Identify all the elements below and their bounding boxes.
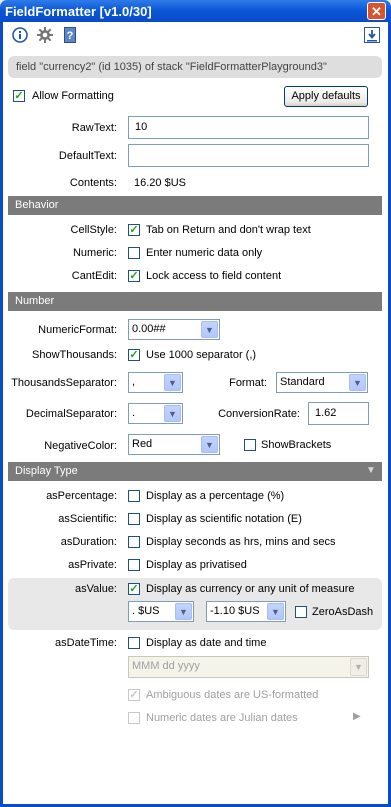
collapse-arrow-icon[interactable]: ▼	[366, 465, 376, 476]
as-duration-text: Display seconds as hrs, mins and secs	[146, 536, 336, 548]
julian-dates-checkbox[interactable]	[128, 712, 140, 724]
window-title: FieldFormatter [v1.0/30]	[5, 4, 152, 19]
show-brackets-checkbox[interactable]	[244, 439, 256, 451]
currency-unit-value: . $US	[132, 605, 160, 617]
as-value-label: asValue:	[75, 583, 117, 595]
chevron-down-icon[interactable]: ▼	[164, 405, 181, 422]
as-datetime-checkbox[interactable]	[128, 637, 140, 649]
as-percentage-text: Display as a percentage (%)	[146, 490, 285, 502]
close-button[interactable]: ✕	[367, 2, 386, 20]
raw-text-field[interactable]: 10	[128, 116, 369, 139]
cell-style-text: Tab on Return and don't wrap text	[146, 224, 311, 236]
show-thousands-checkbox[interactable]: ✓	[128, 349, 140, 361]
currency-sample-select[interactable]: -1.10 $US ▼	[206, 601, 286, 622]
gear-icon[interactable]	[37, 27, 53, 43]
default-text-field[interactable]	[128, 144, 369, 167]
date-format-select[interactable]: MMM dd yyyy ▼	[128, 656, 369, 678]
chevron-down-icon[interactable]: ▼	[175, 603, 192, 620]
currency-unit-select[interactable]: . $US ▼	[128, 601, 194, 622]
currency-sample-value: -1.10 $US	[210, 605, 260, 617]
negative-color-value: Red	[132, 438, 153, 450]
apply-defaults-button[interactable]: Apply defaults	[284, 86, 368, 107]
cell-style-checkbox[interactable]: ✓	[128, 224, 140, 236]
decimal-separator-select[interactable]: . ▼	[128, 403, 183, 424]
date-format-value: MMM dd yyyy	[132, 660, 200, 672]
thousands-separator-label: ThousandsSeparator:	[11, 377, 117, 389]
section-header-behavior[interactable]: Behavior	[8, 196, 382, 215]
negative-color-label: NegativeColor:	[44, 440, 117, 452]
show-thousands-label: ShowThousands:	[32, 349, 117, 361]
as-datetime-label: asDateTime:	[55, 637, 117, 649]
as-scientific-text: Display as scientific notation (E)	[146, 513, 302, 525]
contents-value: 16.20 $US	[134, 177, 186, 189]
as-duration-label: asDuration:	[60, 536, 117, 548]
decimal-separator-value: .	[132, 407, 136, 419]
as-private-text: Display as privatised	[146, 559, 247, 571]
numeric-format-select[interactable]: 0.00## ▼	[128, 319, 220, 340]
format-value: Standard	[280, 376, 325, 388]
info-icon[interactable]	[12, 27, 28, 43]
default-text-label: DefaultText:	[58, 150, 117, 162]
contents-label: Contents:	[69, 177, 117, 189]
help-icon[interactable]: ?	[63, 27, 79, 43]
zero-as-dash-text: ZeroAsDash	[312, 606, 374, 618]
conversion-rate-field[interactable]: 1.62	[308, 402, 369, 425]
as-private-checkbox[interactable]	[128, 559, 140, 571]
negative-color-select[interactable]: Red ▼	[128, 434, 220, 455]
chevron-down-icon[interactable]: ▼	[201, 321, 218, 338]
thousands-separator-select[interactable]: , ▼	[128, 372, 183, 393]
show-brackets-text: ShowBrackets	[261, 439, 332, 451]
as-percentage-checkbox[interactable]	[128, 490, 140, 502]
format-label: Format:	[229, 377, 267, 389]
allow-formatting-label: Allow Formatting	[32, 90, 114, 102]
object-path: field "currency2" (id 1035) of stack "Fi…	[8, 56, 382, 78]
cell-style-label: CellStyle:	[70, 224, 117, 236]
chevron-down-icon[interactable]: ▼	[164, 374, 181, 391]
as-private-label: asPrivate:	[68, 559, 117, 571]
cant-edit-label: CantEdit:	[71, 270, 117, 282]
show-thousands-text: Use 1000 separator (,)	[146, 349, 257, 361]
numeric-format-value: 0.00##	[132, 323, 166, 335]
numeric-checkbox[interactable]	[128, 247, 140, 259]
as-value-checkbox[interactable]: ✓	[128, 583, 140, 595]
chevron-down-icon[interactable]: ▼	[201, 436, 218, 453]
ambiguous-dates-checkbox[interactable]: ✓	[128, 689, 140, 701]
section-header-number[interactable]: Number	[8, 292, 382, 311]
as-datetime-text: Display as date and time	[146, 637, 267, 649]
as-scientific-checkbox[interactable]	[128, 513, 140, 525]
svg-text:?: ?	[67, 30, 74, 42]
cant-edit-text: Lock access to field content	[146, 270, 282, 282]
numeric-label: Numeric:	[72, 247, 117, 259]
numeric-text: Enter numeric data only	[146, 247, 263, 259]
download-icon[interactable]	[364, 27, 380, 43]
conversion-rate-label: ConversionRate:	[218, 408, 300, 420]
allow-formatting-checkbox[interactable]: ✓	[13, 90, 25, 102]
as-scientific-label: asScientific:	[58, 513, 117, 525]
chevron-down-icon[interactable]: ▼	[350, 658, 367, 676]
thousands-separator-value: ,	[132, 376, 136, 388]
decimal-separator-label: DecimalSeparator:	[25, 408, 117, 420]
numeric-format-label: NumericFormat:	[38, 324, 117, 336]
cant-edit-checkbox[interactable]: ✓	[128, 270, 140, 282]
chevron-down-icon[interactable]: ▼	[349, 374, 366, 391]
zero-as-dash-checkbox[interactable]	[295, 606, 307, 618]
more-options-arrow-icon[interactable]: ▶	[353, 711, 361, 722]
chevron-down-icon[interactable]: ▼	[267, 603, 284, 620]
as-value-text: Display as currency or any unit of measu…	[146, 583, 355, 595]
julian-dates-text: Numeric dates are Julian dates	[146, 712, 298, 724]
as-duration-checkbox[interactable]	[128, 536, 140, 548]
ambiguous-dates-text: Ambiguous dates are US-formatted	[146, 689, 319, 701]
section-header-display-type[interactable]: Display Type	[8, 462, 382, 481]
as-percentage-label: asPercentage:	[46, 490, 117, 502]
format-select[interactable]: Standard ▼	[276, 372, 368, 393]
raw-text-label: RawText:	[71, 122, 117, 134]
